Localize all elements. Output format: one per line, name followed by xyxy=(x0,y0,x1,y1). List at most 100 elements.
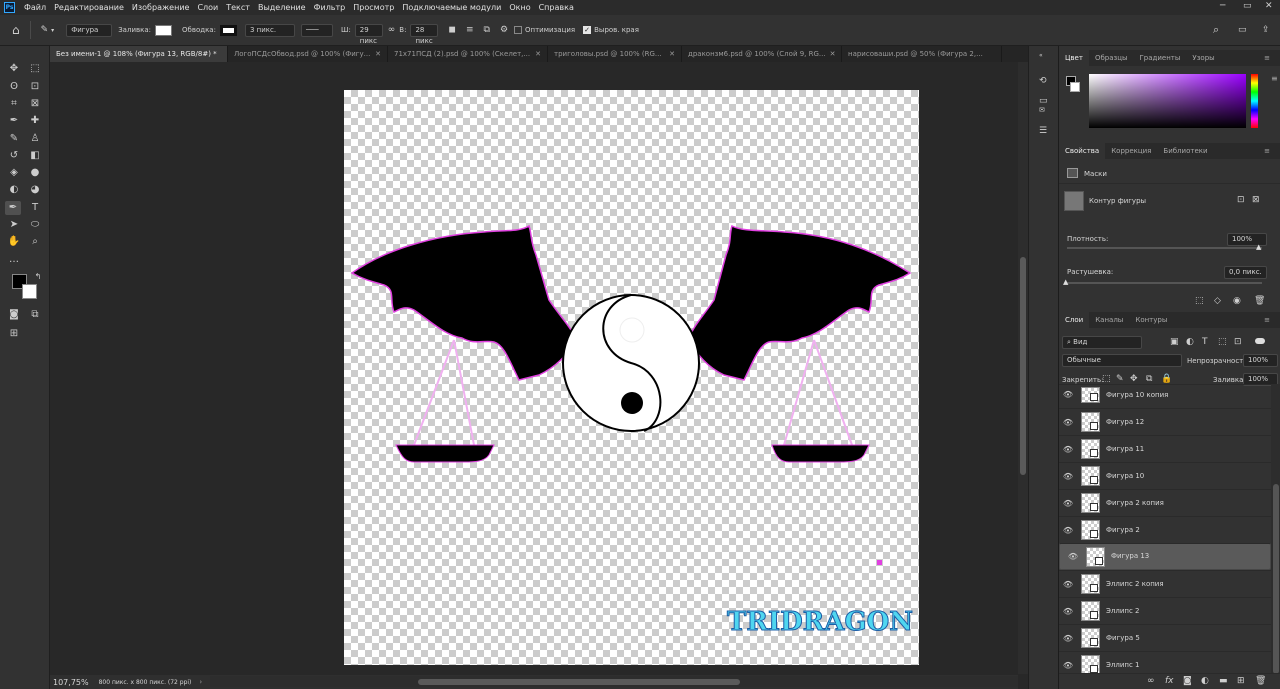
dodge-tool-icon[interactable]: ◐ xyxy=(6,183,22,197)
history-brush-tool-icon[interactable]: ↺ xyxy=(6,149,22,163)
crop-tool-icon[interactable]: ⌗ xyxy=(6,97,22,111)
document-tab[interactable]: драконзм6.psd @ 100% (Слой 9, RG... ✕ xyxy=(682,46,842,62)
layer-name[interactable]: Эллипс 2 копия xyxy=(1106,580,1164,588)
layer-name[interactable]: Фигура 5 xyxy=(1106,634,1140,642)
layer-name[interactable]: Эллипс 1 xyxy=(1106,661,1140,669)
frame-tool-icon[interactable]: ⊠ xyxy=(27,97,43,111)
layer-name[interactable]: Фигура 11 xyxy=(1106,445,1144,453)
panel-menu-icon[interactable]: ≡ xyxy=(1258,312,1276,328)
layer-row[interactable]: 👁 Фигура 13 xyxy=(1059,543,1271,570)
tab-paths[interactable]: Контуры xyxy=(1129,312,1173,328)
document-canvas[interactable]: TRIDRAGON xyxy=(344,90,919,665)
clone-stamp-tool-icon[interactable]: ♙ xyxy=(27,132,43,146)
hand-tool-icon[interactable]: ✋ xyxy=(6,235,22,249)
menu-view[interactable]: Просмотр xyxy=(349,3,398,12)
screen-mode-icon[interactable]: ⧉ xyxy=(27,308,43,322)
comments-icon[interactable]: ▭ xyxy=(1039,96,1048,106)
pen-tool-preset-icon[interactable]: ✎ xyxy=(41,25,49,35)
link-layers-icon[interactable]: ∞ xyxy=(1147,676,1155,686)
lock-pixels-icon[interactable]: ✎ xyxy=(1116,374,1124,384)
layer-filter-select[interactable]: ⌕ Вид xyxy=(1062,336,1142,349)
hue-slider[interactable] xyxy=(1251,74,1258,128)
color-bg-swatch[interactable] xyxy=(1070,82,1080,92)
opacity-input[interactable]: 100% xyxy=(1243,354,1278,367)
load-selection-icon[interactable]: ⬚ xyxy=(1195,296,1204,306)
eraser-tool-icon[interactable]: ◧ xyxy=(27,149,43,163)
stroke-swatch[interactable] xyxy=(219,24,237,36)
tool-mode-select[interactable]: Фигура xyxy=(66,23,113,37)
stroke-type-select[interactable]: ─── xyxy=(300,23,333,37)
document-tab[interactable]: 71х71ПСД (2).psd @ 100% (Скелет,... ✕ xyxy=(388,46,548,62)
panel-menu-icon[interactable]: ≡ xyxy=(1258,50,1276,66)
eye-icon[interactable]: 👁 xyxy=(1059,526,1077,535)
tab-channels[interactable]: Каналы xyxy=(1089,312,1129,328)
zoom-tool-icon[interactable]: ⌕ xyxy=(27,235,43,249)
filter-shape-icon[interactable]: ⬚ xyxy=(1218,337,1227,347)
tab-properties[interactable]: Свойства xyxy=(1059,143,1106,159)
stroke-width-input[interactable]: 3 пикс. xyxy=(244,23,295,37)
background-color-swatch[interactable] xyxy=(22,284,37,299)
feather-slider[interactable] xyxy=(1067,282,1262,284)
close-icon[interactable]: ✕ xyxy=(830,46,836,62)
ellipse-tool-icon[interactable]: ⬭ xyxy=(27,218,43,232)
blend-mode-select[interactable]: Обычные xyxy=(1062,354,1182,367)
eye-icon[interactable]: 👁 xyxy=(1059,499,1077,508)
menu-image[interactable]: Изображение xyxy=(128,3,194,12)
layer-name[interactable]: Фигура 10 копия xyxy=(1106,391,1168,399)
share-icon[interactable]: ⇪ xyxy=(1262,25,1270,35)
collapse-icon[interactable]: « xyxy=(1039,52,1043,59)
eyedropper-tool-icon[interactable]: ✒ xyxy=(6,114,22,128)
workspace-icon[interactable]: ▭ xyxy=(1238,25,1247,35)
paint-bucket-tool-icon[interactable]: ◈ xyxy=(6,166,22,180)
blur-tool-icon[interactable]: ● xyxy=(27,166,43,180)
eye-icon[interactable]: ◉ xyxy=(1233,296,1241,306)
trash-icon[interactable]: 🗑 xyxy=(1255,676,1266,686)
layer-name[interactable]: Эллипс 2 xyxy=(1106,607,1140,615)
history-icon[interactable]: ⟲ xyxy=(1039,76,1047,86)
layer-row[interactable]: 👁 Эллипс 2 копия xyxy=(1059,570,1271,597)
layer-row[interactable]: 👁 Фигура 11 xyxy=(1059,435,1271,462)
eye-icon[interactable]: 👁 xyxy=(1064,551,1082,562)
menu-help[interactable]: Справка xyxy=(535,3,578,12)
pen-tool-icon[interactable]: ✒ xyxy=(5,201,21,215)
chat-icon[interactable]: ✉ xyxy=(1039,106,1045,114)
align-edges-checkbox[interactable]: ✓ xyxy=(583,26,592,34)
add-mask-icon[interactable]: ◙ xyxy=(1183,676,1192,686)
tab-color[interactable]: Цвет xyxy=(1059,50,1089,66)
close-icon[interactable]: ✕ xyxy=(375,46,381,62)
adjustment-layer-icon[interactable]: ◐ xyxy=(1201,676,1209,686)
layer-row[interactable]: 👁 Фигура 2 копия xyxy=(1059,489,1271,516)
search-icon[interactable]: ⌕ xyxy=(1213,23,1219,37)
close-icon[interactable]: ✕ xyxy=(669,46,675,62)
eye-icon[interactable]: 👁 xyxy=(1059,472,1077,481)
panel-menu-icon[interactable]: ≡ xyxy=(1258,143,1276,159)
menu-edit[interactable]: Редактирование xyxy=(50,3,128,12)
slider-handle-icon[interactable]: ▲ xyxy=(1256,243,1261,251)
edit-toolbar-icon[interactable]: ⊞ xyxy=(6,327,22,341)
minimize-icon[interactable]: ─ xyxy=(1220,1,1225,11)
fill-swatch[interactable] xyxy=(155,24,172,36)
eye-icon[interactable]: 👁 xyxy=(1059,661,1077,670)
document-tab[interactable]: ЛогоПСДсОбвод.psd @ 100% (Фигу... ✕ xyxy=(228,46,388,62)
path-selection-tool-icon[interactable]: ➤ xyxy=(6,218,22,232)
eye-icon[interactable]: 👁 xyxy=(1059,634,1077,643)
lasso-tool-icon[interactable]: ʘ xyxy=(6,80,22,94)
horizontal-scrollbar[interactable] xyxy=(210,676,1018,687)
layer-name[interactable]: Фигура 2 xyxy=(1106,526,1140,534)
path-alignment-icon[interactable]: ≡ xyxy=(466,25,474,35)
menu-select[interactable]: Выделение xyxy=(254,3,310,12)
document-tab[interactable]: Без имени-1 @ 108% (Фигура 13, RGB/8#) * xyxy=(50,46,228,62)
tab-gradients[interactable]: Градиенты xyxy=(1134,50,1187,66)
trash-icon[interactable]: 🗑 xyxy=(1254,296,1265,306)
feather-input[interactable]: 0,0 пикс. xyxy=(1224,266,1267,279)
dodge-burn-icon[interactable]: ◕ xyxy=(27,183,43,197)
layer-row[interactable]: 👁 Фигура 10 копия xyxy=(1059,384,1271,404)
layer-name[interactable]: Фигура 13 xyxy=(1111,551,1149,562)
new-group-icon[interactable]: ▬ xyxy=(1219,676,1228,686)
eye-icon[interactable]: 👁 xyxy=(1059,390,1077,399)
marquee-tool-icon[interactable]: ⬚ xyxy=(27,62,43,76)
filter-type-icon[interactable]: T xyxy=(1202,337,1208,347)
close-icon[interactable]: ✕ xyxy=(535,46,541,62)
tab-adjustments[interactable]: Коррекция xyxy=(1105,143,1157,159)
link-icon[interactable]: ∞ xyxy=(388,25,396,35)
